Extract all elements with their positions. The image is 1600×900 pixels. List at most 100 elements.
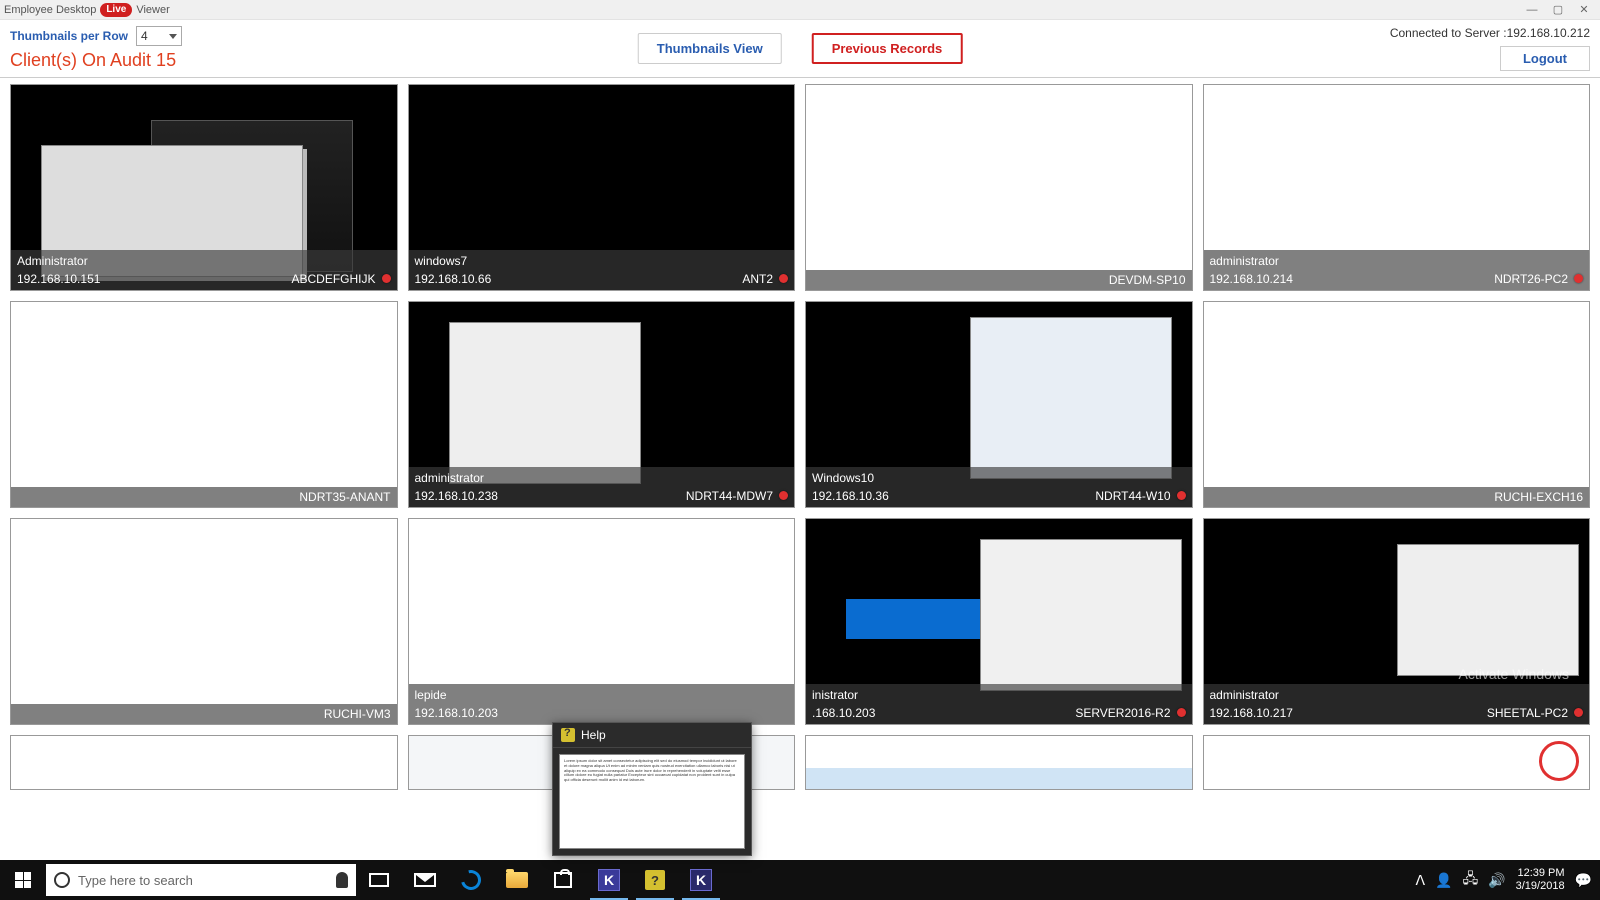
connection-status: Connected to Server :192.168.10.212 <box>1390 26 1590 40</box>
client-thumbnail[interactable]: administrator192.168.10.214NDRT26-PC2 <box>1203 84 1591 291</box>
live-badge: Live <box>100 3 132 17</box>
thumbnail-footer: inistrator.168.10.203SERVER2016-R2 <box>806 684 1192 724</box>
taskbar-app-k1[interactable]: K <box>586 860 632 900</box>
client-hostname: NDRT44-W10 <box>1095 489 1170 503</box>
taskbar-app-k2[interactable]: K <box>678 860 724 900</box>
folder-icon <box>506 872 528 888</box>
taskbar-store[interactable] <box>540 860 586 900</box>
notifications-icon[interactable]: 💬 <box>1575 872 1592 889</box>
client-thumbnail[interactable]: RUCHI-EXCH16 <box>1203 301 1591 508</box>
minimize-button[interactable]: — <box>1520 2 1544 18</box>
client-thumbnail[interactable] <box>10 735 398 790</box>
thumbnail-footer: RUCHI-EXCH16 <box>1204 487 1590 507</box>
client-thumbnail[interactable]: NDRT35-ANANT <box>10 301 398 508</box>
windows-taskbar: Type here to search K ? K ᐱ 👤 🖧 🔊 12:39 … <box>0 860 1600 900</box>
taskbar-clock[interactable]: 12:39 PM 3/19/2018 <box>1516 867 1565 893</box>
client-hostname: ABCDEFGHIJK <box>291 272 375 286</box>
thumbnails-grid-partial <box>10 735 1590 790</box>
client-thumbnail[interactable] <box>805 735 1193 790</box>
task-view-icon <box>369 873 389 887</box>
client-thumbnail[interactable]: administrator192.168.10.238NDRT44-MDW7 <box>408 301 796 508</box>
thumbnail-footer: lepide192.168.10.203 <box>409 684 795 724</box>
client-thumbnail[interactable]: RUCHI-VM3 <box>10 518 398 725</box>
close-button[interactable]: ✕ <box>1572 2 1596 18</box>
client-username: Administrator <box>17 252 88 270</box>
client-thumbnail[interactable]: windows7192.168.10.66ANT2 <box>408 84 796 291</box>
network-icon[interactable]: 🖧 <box>1463 868 1479 892</box>
recording-indicator-icon <box>779 274 788 283</box>
window-titlebar: Employee Desktop Live Viewer — ▢ ✕ <box>0 0 1600 20</box>
edge-icon <box>457 866 484 893</box>
logout-button[interactable]: Logout <box>1500 46 1590 71</box>
taskbar-mail[interactable] <box>402 860 448 900</box>
client-hostname: DEVDM-SP10 <box>1109 271 1186 289</box>
client-username: administrator <box>1210 686 1279 704</box>
client-ip: 192.168.10.36 <box>812 487 889 505</box>
client-hostname: NDRT44-MDW7 <box>686 489 773 503</box>
k-app-icon: K <box>690 869 712 891</box>
client-hostname: NDRT35-ANANT <box>299 488 390 506</box>
client-thumbnail[interactable]: Windows10192.168.10.36 NDRT44-W10 <box>805 301 1193 508</box>
recording-indicator-icon <box>1177 708 1186 717</box>
client-username: inistrator <box>812 686 858 704</box>
client-ip: 192.168.10.214 <box>1210 270 1293 288</box>
client-thumbnail[interactable]: Administrator192.168.10.151ABCDEFGHIJK <box>10 84 398 291</box>
client-hostname: RUCHI-VM3 <box>324 705 391 723</box>
help-preview-popup: Help Lorem ipsum dolor sit amet consecte… <box>552 722 752 856</box>
client-thumbnail[interactable] <box>1203 735 1591 790</box>
client-ip: 192.168.10.238 <box>415 487 498 505</box>
thumbnail-footer: administrator192.168.10.214NDRT26-PC2 <box>1204 250 1590 290</box>
help-icon: ? <box>645 870 665 890</box>
task-view-button[interactable] <box>356 860 402 900</box>
client-ip: 192.168.10.217 <box>1210 704 1293 722</box>
client-username: Windows10 <box>812 469 874 487</box>
client-thumbnail[interactable]: DEVDM-SP10 <box>805 84 1193 291</box>
thumbnail-footer: RUCHI-VM3 <box>11 704 397 724</box>
client-screen-preview <box>11 519 397 724</box>
thumbnail-footer: windows7192.168.10.66ANT2 <box>409 250 795 290</box>
client-thumbnail[interactable]: inistrator.168.10.203SERVER2016-R2 <box>805 518 1193 725</box>
client-username: administrator <box>1210 252 1279 270</box>
thumbnails-per-row-select[interactable]: 4 <box>136 26 182 46</box>
maximize-button[interactable]: ▢ <box>1546 2 1570 18</box>
client-thumbnail[interactable]: lepide192.168.10.203 <box>408 518 796 725</box>
thumbnails-view-button[interactable]: Thumbnails View <box>638 33 782 64</box>
client-hostname: SHEETAL-PC2 <box>1487 706 1568 720</box>
taskbar-help[interactable]: ? <box>632 860 678 900</box>
app-title-suffix: Viewer <box>136 4 169 16</box>
client-username: windows7 <box>415 252 468 270</box>
taskbar-time: 12:39 PM <box>1516 867 1565 880</box>
recording-indicator-icon <box>1574 274 1583 283</box>
app-title-prefix: Employee Desktop <box>4 4 96 16</box>
people-icon[interactable]: 👤 <box>1435 872 1452 889</box>
recording-indicator-icon <box>1574 708 1583 717</box>
audit-title: Client(s) On Audit 15 <box>10 50 182 71</box>
start-button[interactable] <box>0 860 46 900</box>
thumbnail-footer: DEVDM-SP10 <box>806 270 1192 290</box>
recording-indicator-icon <box>1177 491 1186 500</box>
taskbar-edge[interactable] <box>448 860 494 900</box>
thumbnail-footer: administrator192.168.10.238NDRT44-MDW7 <box>409 467 795 507</box>
taskbar-search[interactable]: Type here to search <box>46 864 356 896</box>
client-thumbnail[interactable]: Activate Windows administrator192.168.10.… <box>1203 518 1591 725</box>
microphone-icon <box>336 872 348 888</box>
client-ip: 192.168.10.66 <box>415 270 492 288</box>
store-icon <box>554 872 572 888</box>
help-icon <box>561 728 575 742</box>
thumbnail-footer: administrator192.168.10.217 SHEETAL-PC2 <box>1204 684 1590 724</box>
tray-chevron-icon[interactable]: ᐱ <box>1416 872 1426 889</box>
previous-records-button[interactable]: Previous Records <box>812 33 963 64</box>
help-preview-thumbnail[interactable]: Lorem ipsum dolor sit amet consectetur a… <box>559 754 745 849</box>
client-ip: .168.10.203 <box>812 704 875 722</box>
thumbnail-footer: Windows10192.168.10.36 NDRT44-W10 <box>806 467 1192 507</box>
thumbnails-per-row-label: Thumbnails per Row <box>10 29 128 43</box>
thumbnail-footer: Administrator192.168.10.151ABCDEFGHIJK <box>11 250 397 290</box>
thumbnails-grid-wrap[interactable]: Administrator192.168.10.151ABCDEFGHIJK wi… <box>0 78 1600 860</box>
windows-activation-watermark: Activate Windows <box>1459 666 1569 682</box>
client-hostname: RUCHI-EXCH16 <box>1494 488 1583 506</box>
taskbar-file-explorer[interactable] <box>494 860 540 900</box>
volume-icon[interactable]: 🔊 <box>1488 872 1505 889</box>
search-placeholder: Type here to search <box>78 873 193 888</box>
thumbnail-footer: NDRT35-ANANT <box>11 487 397 507</box>
thumbnails-per-row-value: 4 <box>141 29 148 43</box>
